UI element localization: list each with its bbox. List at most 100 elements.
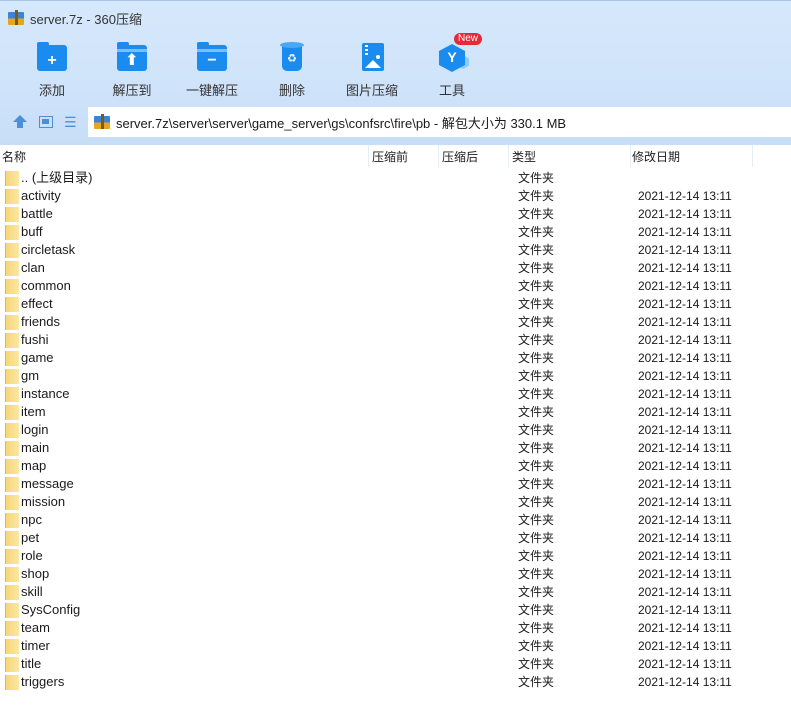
- file-row[interactable]: map 文件夹 2021-12-14 13:11: [0, 457, 791, 475]
- folder-icon: [5, 657, 19, 672]
- file-name: main: [21, 440, 50, 455]
- file-row[interactable]: battle 文件夹 2021-12-14 13:11: [0, 205, 791, 223]
- file-row[interactable]: team 文件夹 2021-12-14 13:11: [0, 619, 791, 637]
- file-type: 文件夹: [518, 675, 555, 689]
- file-type: 文件夹: [518, 171, 555, 185]
- toolbar-area: server.7z - 360压缩 + 添加 ⬆ 解压到 − 一键解压 ♻ 删除…: [0, 0, 791, 145]
- file-row[interactable]: clan 文件夹 2021-12-14 13:11: [0, 259, 791, 277]
- one-click-extract-button[interactable]: − 一键解压: [172, 37, 252, 99]
- file-name: .. (上级目录): [21, 170, 93, 185]
- file-row[interactable]: triggers 文件夹 2021-12-14 13:11: [0, 673, 791, 691]
- file-name: SysConfig: [21, 602, 81, 617]
- file-row[interactable]: shop 文件夹 2021-12-14 13:11: [0, 565, 791, 583]
- file-modified: 2021-12-14 13:11: [638, 585, 732, 599]
- folder-icon: [5, 477, 19, 492]
- file-row[interactable]: friends 文件夹 2021-12-14 13:11: [0, 313, 791, 331]
- file-row[interactable]: timer 文件夹 2021-12-14 13:11: [0, 637, 791, 655]
- column-after[interactable]: 压缩后: [442, 148, 478, 165]
- file-name: team: [21, 620, 50, 635]
- folder-icon: [5, 279, 19, 294]
- file-row[interactable]: skill 文件夹 2021-12-14 13:11: [0, 583, 791, 601]
- file-type: 文件夹: [518, 261, 555, 275]
- file-name: circletask: [21, 242, 76, 257]
- column-divider[interactable]: [752, 145, 753, 167]
- file-type: 文件夹: [518, 495, 555, 509]
- file-modified: 2021-12-14 13:11: [638, 369, 732, 383]
- file-row[interactable]: circletask 文件夹 2021-12-14 13:11: [0, 241, 791, 259]
- file-row[interactable]: mission 文件夹 2021-12-14 13:11: [0, 493, 791, 511]
- folder-extract-icon: ⬆: [115, 41, 149, 75]
- delete-button[interactable]: ♻ 删除: [252, 37, 332, 99]
- parent-directory-row[interactable]: .. (上级目录) 文件夹: [0, 169, 791, 187]
- column-name[interactable]: 名称: [2, 148, 26, 165]
- file-row[interactable]: activity 文件夹 2021-12-14 13:11: [0, 187, 791, 205]
- file-row[interactable]: fushi 文件夹 2021-12-14 13:11: [0, 331, 791, 349]
- extract-to-button[interactable]: ⬆ 解压到: [92, 37, 172, 99]
- file-modified: 2021-12-14 13:11: [638, 333, 732, 347]
- column-before[interactable]: 压缩前: [372, 148, 408, 165]
- address-path: server.7z\server\server\game_server\gs\c…: [116, 115, 567, 131]
- up-arrow-icon[interactable]: [12, 114, 28, 130]
- file-modified: 2021-12-14 13:11: [638, 387, 732, 401]
- file-name: message: [21, 476, 74, 491]
- file-name: mission: [21, 494, 66, 509]
- column-modified[interactable]: 修改日期: [632, 148, 680, 165]
- file-type: 文件夹: [518, 333, 555, 347]
- image-compress-label: 图片压缩: [345, 83, 398, 98]
- folder-icon: [5, 405, 19, 420]
- tools-button[interactable]: Y 工具: [412, 37, 492, 99]
- image-compress-button[interactable]: 图片压缩: [332, 37, 412, 99]
- archive-icon: [94, 114, 110, 130]
- column-divider[interactable]: [438, 145, 439, 167]
- file-type: 文件夹: [518, 531, 555, 545]
- file-row[interactable]: effect 文件夹 2021-12-14 13:11: [0, 295, 791, 313]
- folder-oneclick-icon: −: [195, 41, 229, 75]
- column-divider[interactable]: [508, 145, 509, 167]
- file-row[interactable]: SysConfig 文件夹 2021-12-14 13:11: [0, 601, 791, 619]
- trash-icon: ♻: [275, 41, 309, 75]
- file-row[interactable]: item 文件夹 2021-12-14 13:11: [0, 403, 791, 421]
- address-bar[interactable]: server.7z\server\server\game_server\gs\c…: [88, 107, 791, 137]
- file-modified: 2021-12-14 13:11: [638, 657, 732, 671]
- file-row[interactable]: gm 文件夹 2021-12-14 13:11: [0, 367, 791, 385]
- file-modified: 2021-12-14 13:11: [638, 531, 732, 545]
- file-type: 文件夹: [518, 441, 555, 455]
- file-modified: 2021-12-14 13:11: [638, 549, 732, 563]
- list-view-icon[interactable]: ☰: [64, 114, 80, 130]
- file-modified: 2021-12-14 13:11: [638, 261, 732, 275]
- file-row[interactable]: message 文件夹 2021-12-14 13:11: [0, 475, 791, 493]
- file-modified: 2021-12-14 13:11: [638, 675, 732, 689]
- column-divider[interactable]: [368, 145, 369, 167]
- folder-icon: [5, 495, 19, 510]
- file-name: npc: [21, 512, 42, 527]
- folder-icon: [5, 225, 19, 240]
- file-name: role: [21, 548, 43, 563]
- file-name: instance: [21, 386, 70, 401]
- add-button[interactable]: + 添加: [12, 37, 92, 99]
- column-divider[interactable]: [630, 145, 631, 167]
- thumbnail-view-icon[interactable]: [38, 114, 54, 130]
- file-type: 文件夹: [518, 243, 555, 257]
- column-type[interactable]: 类型: [512, 148, 536, 165]
- folder-icon: [5, 603, 19, 618]
- file-row[interactable]: main 文件夹 2021-12-14 13:11: [0, 439, 791, 457]
- folder-icon: [5, 531, 19, 546]
- file-row[interactable]: game 文件夹 2021-12-14 13:11: [0, 349, 791, 367]
- file-row[interactable]: common 文件夹 2021-12-14 13:11: [0, 277, 791, 295]
- file-modified: 2021-12-14 13:11: [638, 639, 732, 653]
- file-modified: 2021-12-14 13:11: [638, 207, 732, 221]
- file-type: 文件夹: [518, 603, 555, 617]
- file-row[interactable]: buff 文件夹 2021-12-14 13:11: [0, 223, 791, 241]
- file-row[interactable]: role 文件夹 2021-12-14 13:11: [0, 547, 791, 565]
- folder-icon: [5, 171, 19, 186]
- file-name: pet: [21, 530, 40, 545]
- file-name: login: [21, 422, 49, 437]
- file-row[interactable]: login 文件夹 2021-12-14 13:11: [0, 421, 791, 439]
- file-row[interactable]: pet 文件夹 2021-12-14 13:11: [0, 529, 791, 547]
- file-row[interactable]: instance 文件夹 2021-12-14 13:11: [0, 385, 791, 403]
- file-row[interactable]: title 文件夹 2021-12-14 13:11: [0, 655, 791, 673]
- file-name: common: [21, 278, 71, 293]
- file-row[interactable]: npc 文件夹 2021-12-14 13:11: [0, 511, 791, 529]
- file-type: 文件夹: [518, 225, 555, 239]
- folder-icon: [5, 585, 19, 600]
